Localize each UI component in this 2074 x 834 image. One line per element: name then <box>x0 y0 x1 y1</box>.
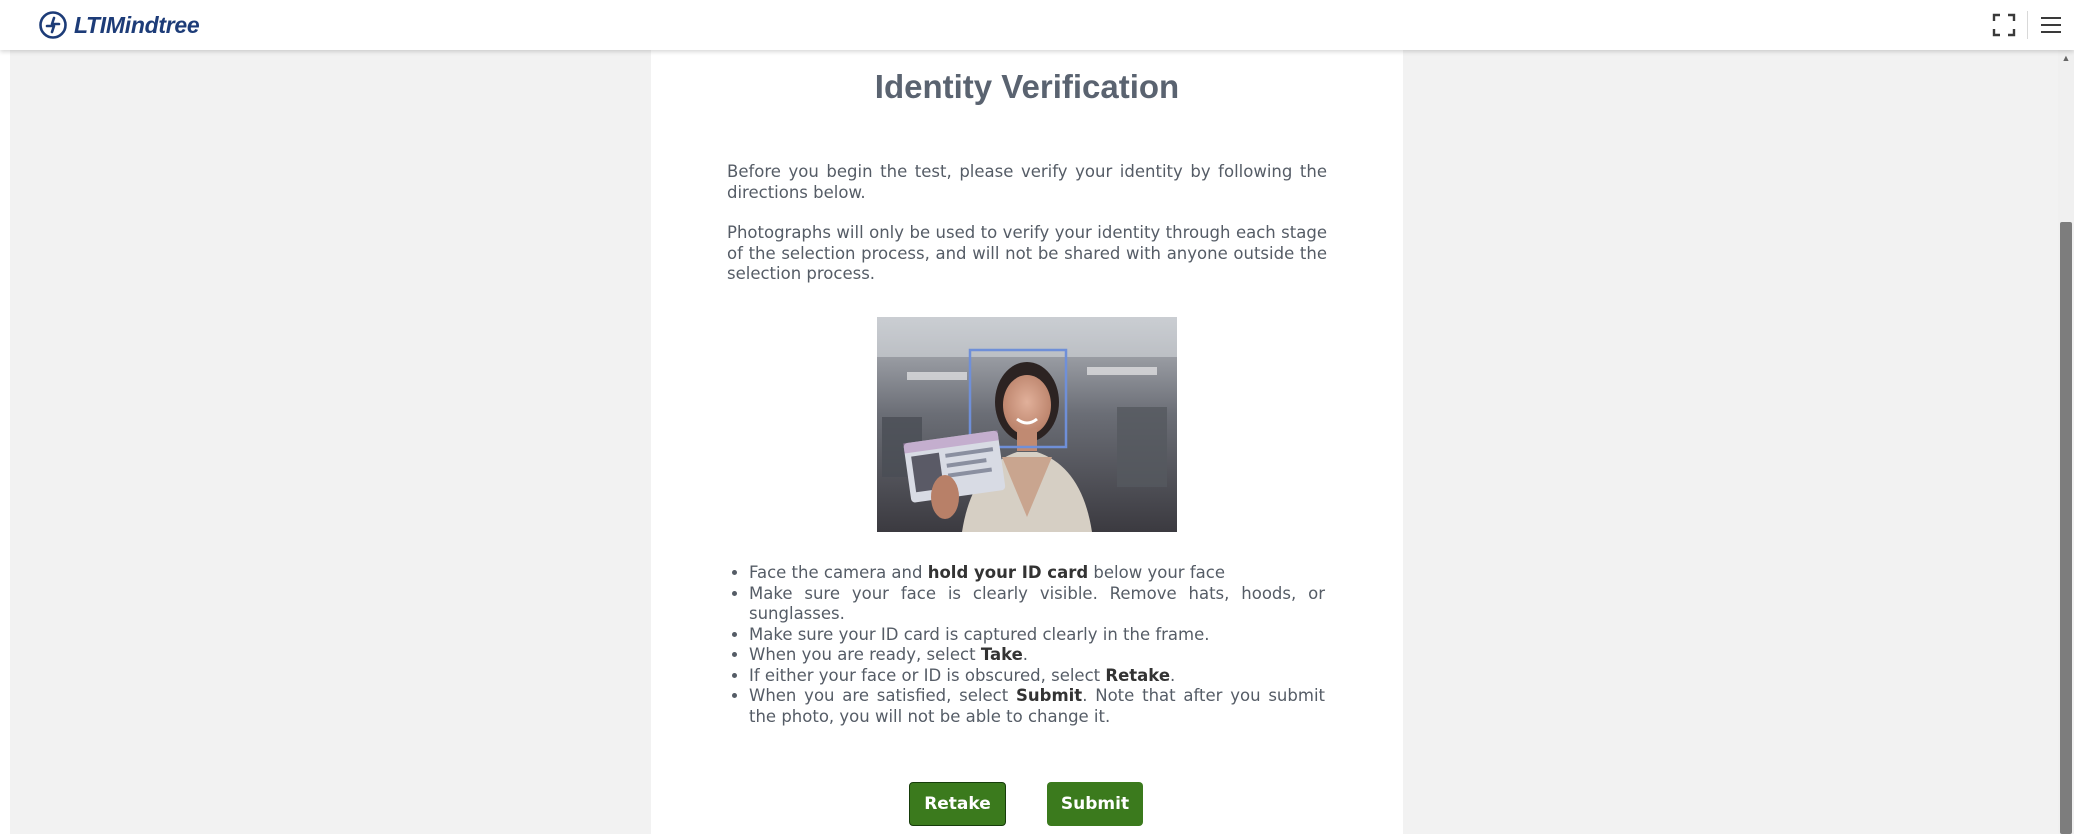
intro-paragraph: Before you begin the test, please verify… <box>727 162 1327 202</box>
privacy-paragraph: Photographs will only be used to verify … <box>727 223 1327 283</box>
scroll-up-arrow-icon[interactable]: ▲ <box>2058 50 2074 66</box>
retake-button[interactable]: Retake <box>909 782 1006 826</box>
submit-button[interactable]: Submit <box>1047 782 1143 826</box>
instruction-item: Make sure your ID card is captured clear… <box>749 625 1325 646</box>
page-title: Identity Verification <box>874 68 1180 105</box>
verification-card: Identity Verification Before you begin t… <box>651 50 1403 834</box>
left-edge <box>0 50 10 834</box>
instruction-item: When you are satisfied, select Submit. N… <box>749 686 1325 727</box>
camera-preview <box>877 317 1177 532</box>
top-bar: LTIMindtree <box>0 0 2074 50</box>
fullscreen-icon[interactable] <box>1981 2 2027 48</box>
brand-name: LTIMindtree <box>74 11 200 38</box>
hamburger-menu-icon[interactable] <box>2028 2 2074 48</box>
instruction-item: When you are ready, select Take. <box>749 645 1325 666</box>
instruction-item: Make sure your face is clearly visible. … <box>749 584 1325 625</box>
instruction-item: If either your face or ID is obscured, s… <box>749 666 1325 687</box>
instruction-item: Face the camera and hold your ID card be… <box>749 563 1325 584</box>
ltimindtree-logo-icon <box>39 11 67 39</box>
vertical-scrollbar[interactable]: ▲ <box>2058 50 2074 834</box>
intro-text: Before you begin the test, please verify… <box>727 162 1327 285</box>
scrollbar-thumb[interactable] <box>2060 222 2072 834</box>
brand-logo[interactable]: LTIMindtree <box>38 8 200 42</box>
instruction-list: Face the camera and hold your ID card be… <box>727 563 1325 727</box>
